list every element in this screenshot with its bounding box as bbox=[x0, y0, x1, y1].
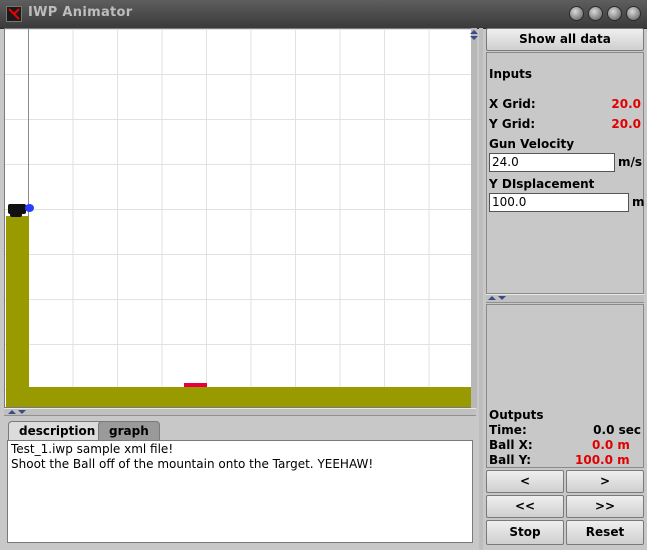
splitter-down-icon[interactable] bbox=[18, 410, 26, 414]
x-grid-label: X Grid: bbox=[489, 97, 536, 111]
description-panel: Test_1.iwp sample xml file! Shoot the Ba… bbox=[7, 440, 473, 543]
y-displacement-label: Y DIsplacement bbox=[489, 177, 595, 191]
maximize-icon[interactable] bbox=[588, 6, 603, 21]
gun-velocity-input[interactable]: 24.0 bbox=[489, 153, 615, 172]
app-icon bbox=[6, 6, 22, 22]
title-bar: IWP Animator bbox=[0, 0, 647, 29]
fast-forward-button[interactable]: >> bbox=[566, 495, 644, 518]
horizontal-splitter[interactable] bbox=[4, 408, 476, 416]
grid bbox=[5, 29, 475, 407]
right-splitter-up-icon[interactable] bbox=[488, 296, 496, 300]
animation-canvas[interactable] bbox=[4, 28, 476, 408]
mountain bbox=[6, 216, 29, 407]
outputs-heading: Outputs bbox=[489, 408, 544, 422]
window-title: IWP Animator bbox=[28, 5, 133, 20]
scroll-down-icon[interactable] bbox=[470, 36, 478, 40]
canvas-scroll-track[interactable] bbox=[470, 28, 478, 408]
ball-x-value: 0.0 m bbox=[592, 438, 630, 452]
rewind-button[interactable]: << bbox=[486, 495, 564, 518]
outputs-panel: Outputs Time: 0.0 sec Ball X: 0.0 m Ball… bbox=[486, 304, 644, 468]
ball-x-label: Ball X: bbox=[489, 438, 533, 452]
time-value: 0.0 sec bbox=[593, 423, 641, 437]
right-splitter-down-icon[interactable] bbox=[498, 296, 506, 300]
scroll-up-icon[interactable] bbox=[470, 30, 478, 34]
reset-button[interactable]: Reset bbox=[566, 520, 644, 545]
inputs-heading: Inputs bbox=[489, 67, 533, 81]
tab-graph[interactable]: graph bbox=[98, 421, 160, 440]
minimize-icon[interactable] bbox=[569, 6, 584, 21]
step-back-button[interactable]: < bbox=[486, 470, 564, 493]
step-forward-button[interactable]: > bbox=[566, 470, 644, 493]
x-grid-value: 20.0 bbox=[611, 97, 641, 111]
target bbox=[184, 383, 207, 387]
gun-velocity-unit: m/s bbox=[618, 155, 643, 169]
y-displacement-unit: m bbox=[632, 195, 645, 209]
ball-y-value: 100.0 m bbox=[575, 453, 630, 467]
y-displacement-input[interactable]: 100.0 bbox=[489, 193, 629, 212]
close-icon[interactable] bbox=[626, 6, 641, 21]
tab-description[interactable]: description bbox=[8, 421, 107, 440]
show-all-data-button[interactable]: Show all data bbox=[486, 28, 644, 51]
ball-y-label: Ball Y: bbox=[489, 453, 532, 467]
restore-icon[interactable] bbox=[607, 6, 622, 21]
ground bbox=[6, 387, 475, 407]
y-grid-label: Y Grid: bbox=[489, 117, 536, 131]
stop-button[interactable]: Stop bbox=[486, 520, 564, 545]
description-line-1: Test_1.iwp sample xml file! bbox=[11, 442, 174, 456]
splitter-up-icon[interactable] bbox=[8, 410, 16, 414]
vertical-splitter[interactable] bbox=[479, 28, 483, 550]
ball bbox=[25, 204, 34, 212]
tabs-area: description graph Test_1.iwp sample xml … bbox=[4, 418, 476, 546]
right-splitter[interactable] bbox=[486, 294, 644, 303]
gun-velocity-label: Gun Velocity bbox=[489, 137, 575, 151]
description-line-2: Shoot the Ball off of the mountain onto … bbox=[11, 457, 374, 471]
y-grid-value: 20.0 bbox=[611, 117, 641, 131]
cannon bbox=[8, 204, 26, 214]
inputs-panel: Inputs X Grid: 20.0 Y Grid: 20.0 Gun Vel… bbox=[486, 52, 645, 294]
time-label: Time: bbox=[489, 423, 527, 437]
